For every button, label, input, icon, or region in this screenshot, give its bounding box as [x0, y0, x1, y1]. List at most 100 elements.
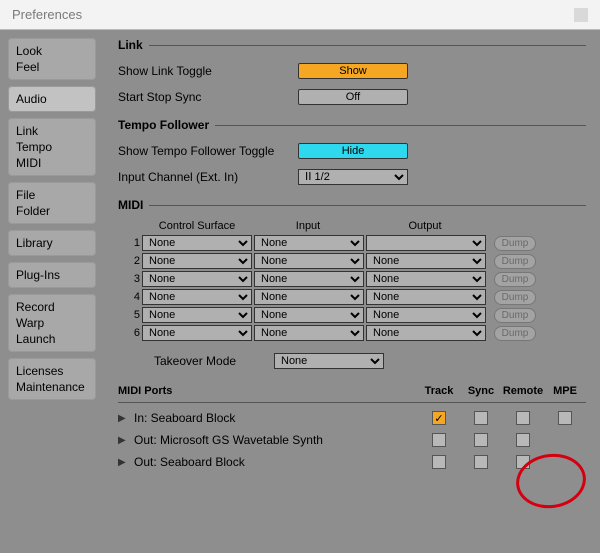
- sidebar-tab-label: Warp: [16, 315, 88, 331]
- section-tempo-header: Tempo Follower: [118, 118, 586, 132]
- sidebar-tab-label: Maintenance: [16, 379, 88, 395]
- show-link-toggle-button[interactable]: Show: [298, 63, 408, 79]
- control-surface-select[interactable]: None: [142, 235, 252, 251]
- sidebar-tab-plug-ins[interactable]: Plug-Ins: [8, 262, 96, 288]
- takeover-mode-select[interactable]: None: [274, 353, 384, 369]
- midi-input-select[interactable]: None: [254, 271, 364, 287]
- midi-output-select[interactable]: None: [366, 271, 486, 287]
- midi-output-select[interactable]: None: [366, 289, 486, 305]
- remote-checkbox[interactable]: [516, 411, 530, 425]
- sidebar-tab-label: Launch: [16, 331, 88, 347]
- sidebar-tab-label: Licenses: [16, 363, 88, 379]
- control-surface-select[interactable]: None: [142, 289, 252, 305]
- midi-input-select[interactable]: None: [254, 307, 364, 323]
- sidebar-tab-label: File: [16, 187, 88, 203]
- col-remote: Remote: [502, 385, 544, 397]
- divider: [215, 125, 586, 126]
- sidebar-tab-library[interactable]: Library: [8, 230, 96, 256]
- divider: [149, 205, 586, 206]
- port-name: Out: Seaboard Block: [130, 455, 418, 469]
- midi-input-select[interactable]: None: [254, 289, 364, 305]
- sync-checkbox[interactable]: [474, 411, 488, 425]
- sidebar-tab-label: Folder: [16, 203, 88, 219]
- sidebar-tab-licenses[interactable]: LicensesMaintenance: [8, 358, 96, 400]
- col-output: Output: [364, 220, 486, 232]
- sidebar-tab-label: Audio: [16, 91, 88, 107]
- disclosure-icon[interactable]: ▶: [118, 457, 130, 468]
- close-icon[interactable]: [574, 8, 588, 22]
- input-channel-label: Input Channel (Ext. In): [118, 170, 298, 184]
- sidebar-tab-link[interactable]: LinkTempoMIDI: [8, 118, 96, 176]
- sidebar-tab-label: MIDI: [16, 155, 88, 171]
- section-midi-title: MIDI: [118, 198, 143, 212]
- dump-button[interactable]: Dump: [494, 272, 536, 287]
- midi-surface-row: 6NoneNoneNoneDump: [128, 324, 586, 342]
- start-stop-sync-label: Start Stop Sync: [118, 90, 298, 104]
- tempo-show-toggle-button[interactable]: Hide: [298, 143, 408, 159]
- col-track: Track: [418, 385, 460, 397]
- control-surface-select[interactable]: None: [142, 325, 252, 341]
- sidebar-tab-label: Feel: [16, 59, 88, 75]
- midi-port-row: ▶Out: Seaboard Block: [118, 451, 586, 473]
- midi-output-select[interactable]: None: [366, 307, 486, 323]
- titlebar: Preferences: [0, 0, 600, 30]
- dump-button[interactable]: Dump: [494, 326, 536, 341]
- sync-checkbox[interactable]: [474, 433, 488, 447]
- midi-surface-row: 4NoneNoneNoneDump: [128, 288, 586, 306]
- input-channel-select[interactable]: ⅠⅠ 1/2: [298, 169, 408, 185]
- dump-button[interactable]: Dump: [494, 236, 536, 251]
- row-number: 2: [128, 255, 140, 267]
- row-number: 5: [128, 309, 140, 321]
- sidebar-tab-file[interactable]: FileFolder: [8, 182, 96, 224]
- preferences-sidebar: LookFeel Audio LinkTempoMIDI FileFolder Libr…: [0, 30, 104, 553]
- disclosure-icon[interactable]: ▶: [118, 435, 130, 446]
- disclosure-icon[interactable]: ▶: [118, 413, 130, 424]
- midi-input-select[interactable]: None: [254, 325, 364, 341]
- midi-surface-header: Control Surface Input Output: [128, 220, 586, 232]
- col-mpe: MPE: [544, 385, 586, 397]
- midi-output-select[interactable]: None: [366, 325, 486, 341]
- track-checkbox[interactable]: [432, 455, 446, 469]
- col-control-surface: Control Surface: [142, 220, 252, 232]
- tempo-show-toggle-label: Show Tempo Follower Toggle: [118, 144, 298, 158]
- track-checkbox[interactable]: [432, 433, 446, 447]
- sidebar-tab-audio[interactable]: Audio: [8, 86, 96, 112]
- remote-checkbox[interactable]: [516, 433, 530, 447]
- mpe-checkbox[interactable]: [558, 411, 572, 425]
- dump-button[interactable]: Dump: [494, 290, 536, 305]
- midi-output-select[interactable]: [366, 235, 486, 251]
- section-link-title: Link: [118, 38, 143, 52]
- track-checkbox[interactable]: ✓: [432, 411, 446, 425]
- control-surface-select[interactable]: None: [142, 307, 252, 323]
- sidebar-tab-label: Library: [16, 235, 88, 251]
- midi-port-row: ▶Out: Microsoft GS Wavetable Synth: [118, 429, 586, 451]
- midi-input-select[interactable]: None: [254, 235, 364, 251]
- midi-port-row: ▶In: Seaboard Block ✓: [118, 407, 586, 429]
- midi-output-select[interactable]: None: [366, 253, 486, 269]
- sidebar-tab-label: Look: [16, 43, 88, 59]
- midi-input-select[interactable]: None: [254, 253, 364, 269]
- col-sync: Sync: [460, 385, 502, 397]
- start-stop-sync-button[interactable]: Off: [298, 89, 408, 105]
- midi-surface-row: 1NoneNoneDump: [128, 234, 586, 252]
- control-surface-select[interactable]: None: [142, 253, 252, 269]
- dump-button[interactable]: Dump: [494, 254, 536, 269]
- window-title: Preferences: [12, 7, 82, 22]
- control-surface-select[interactable]: None: [142, 271, 252, 287]
- row-number: 4: [128, 291, 140, 303]
- divider: [118, 402, 586, 403]
- sidebar-tab-look[interactable]: LookFeel: [8, 38, 96, 80]
- sync-checkbox[interactable]: [474, 455, 488, 469]
- dump-button[interactable]: Dump: [494, 308, 536, 323]
- row-number: 3: [128, 273, 140, 285]
- sidebar-tab-record[interactable]: RecordWarpLaunch: [8, 294, 96, 352]
- port-name: In: Seaboard Block: [130, 411, 418, 425]
- midi-surface-row: 2NoneNoneNoneDump: [128, 252, 586, 270]
- sidebar-tab-label: Plug-Ins: [16, 267, 88, 283]
- midi-surface-row: 5NoneNoneNoneDump: [128, 306, 586, 324]
- divider: [149, 45, 586, 46]
- preferences-panel: Link Show Link Toggle Show Start Stop Sy…: [104, 30, 600, 553]
- section-midi-header: MIDI: [118, 198, 586, 212]
- section-link-header: Link: [118, 38, 586, 52]
- remote-checkbox[interactable]: [516, 455, 530, 469]
